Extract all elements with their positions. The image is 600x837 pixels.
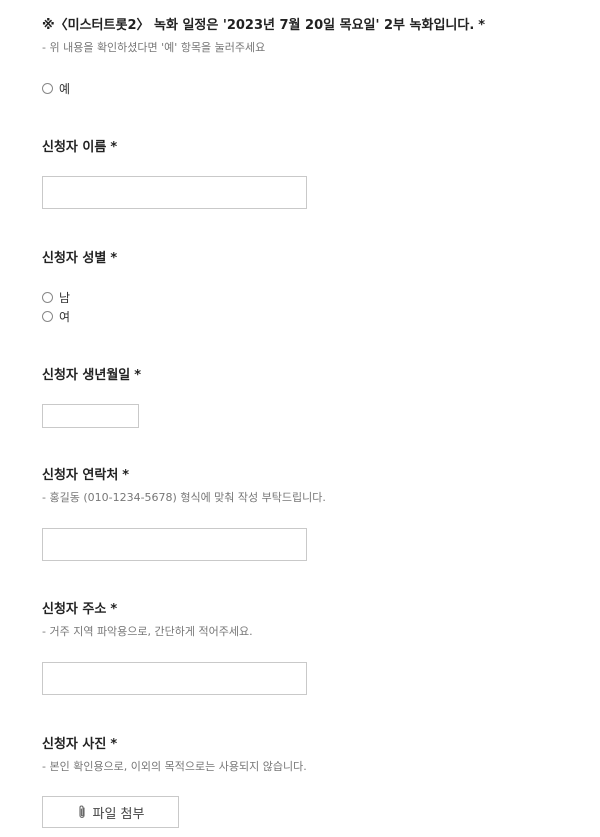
question-name: 신청자 이름 * [42,139,580,157]
required-mark: * [110,602,118,617]
radio-label: 남 [59,290,71,305]
radio-label: 예 [59,81,71,96]
application-form: ※〈미스터트롯2〉 녹화 일정은 '2023년 7월 20일 목요일' 2부 녹… [0,0,600,837]
question-schedule-confirm: ※〈미스터트롯2〉 녹화 일정은 '2023년 7월 20일 목요일' 2부 녹… [42,17,580,56]
question-title: 신청자 연락처 * [42,468,130,483]
required-mark: * [110,140,118,155]
file-attach-label: 파일 첨부 [92,806,145,822]
radio-circle-icon[interactable] [42,82,53,94]
question-description: - 홍길동 (010-1234-5678) 형식에 맞춰 작성 부탁드립니다. [42,491,326,504]
question-title: ※〈미스터트롯2〉 녹화 일정은 '2023년 7월 20일 목요일' 2부 녹… [42,18,486,33]
question-description: - 위 내용을 확인하셨다면 '예' 항목을 눌러주세요 [42,41,266,54]
paperclip-icon [78,805,85,819]
birthdate-input[interactable] [42,404,139,428]
file-attach-button[interactable]: 파일 첨부 [42,796,179,828]
required-mark: * [110,737,118,752]
question-title: 신청자 생년월일 * [42,368,142,383]
radio-label: 여 [59,309,71,324]
question-address: 신청자 주소 * - 거주 지역 파악용으로, 간단하게 적어주세요. [42,601,580,640]
question-description: - 거주 지역 파악용으로, 간단하게 적어주세요. [42,625,253,638]
radio-circle-icon[interactable] [42,291,53,303]
question-birthdate: 신청자 생년월일 * [42,367,580,385]
question-gender: 신청자 성별 * [42,250,580,268]
contact-input[interactable] [42,528,307,561]
required-mark: * [122,468,130,483]
required-mark: * [134,368,142,383]
radio-option-yes[interactable]: 예 [42,79,70,97]
question-title: 신청자 성별 * [42,251,118,266]
question-title: 신청자 주소 * [42,602,118,617]
question-title: 신청자 사진 * [42,737,118,752]
required-mark: * [478,18,486,33]
question-title: 신청자 이름 * [42,140,118,155]
question-photo: 신청자 사진 * - 본인 확인용으로, 이외의 목적으로는 사용되지 않습니다. [42,736,580,775]
name-input[interactable] [42,176,307,209]
radio-option-female[interactable]: 여 [42,307,70,325]
question-description: - 본인 확인용으로, 이외의 목적으로는 사용되지 않습니다. [42,760,307,773]
address-input[interactable] [42,662,307,695]
required-mark: * [110,251,118,266]
question-contact: 신청자 연락처 * - 홍길동 (010-1234-5678) 형식에 맞춰 작성… [42,467,580,506]
radio-circle-icon[interactable] [42,310,53,322]
radio-option-male[interactable]: 남 [42,288,70,306]
